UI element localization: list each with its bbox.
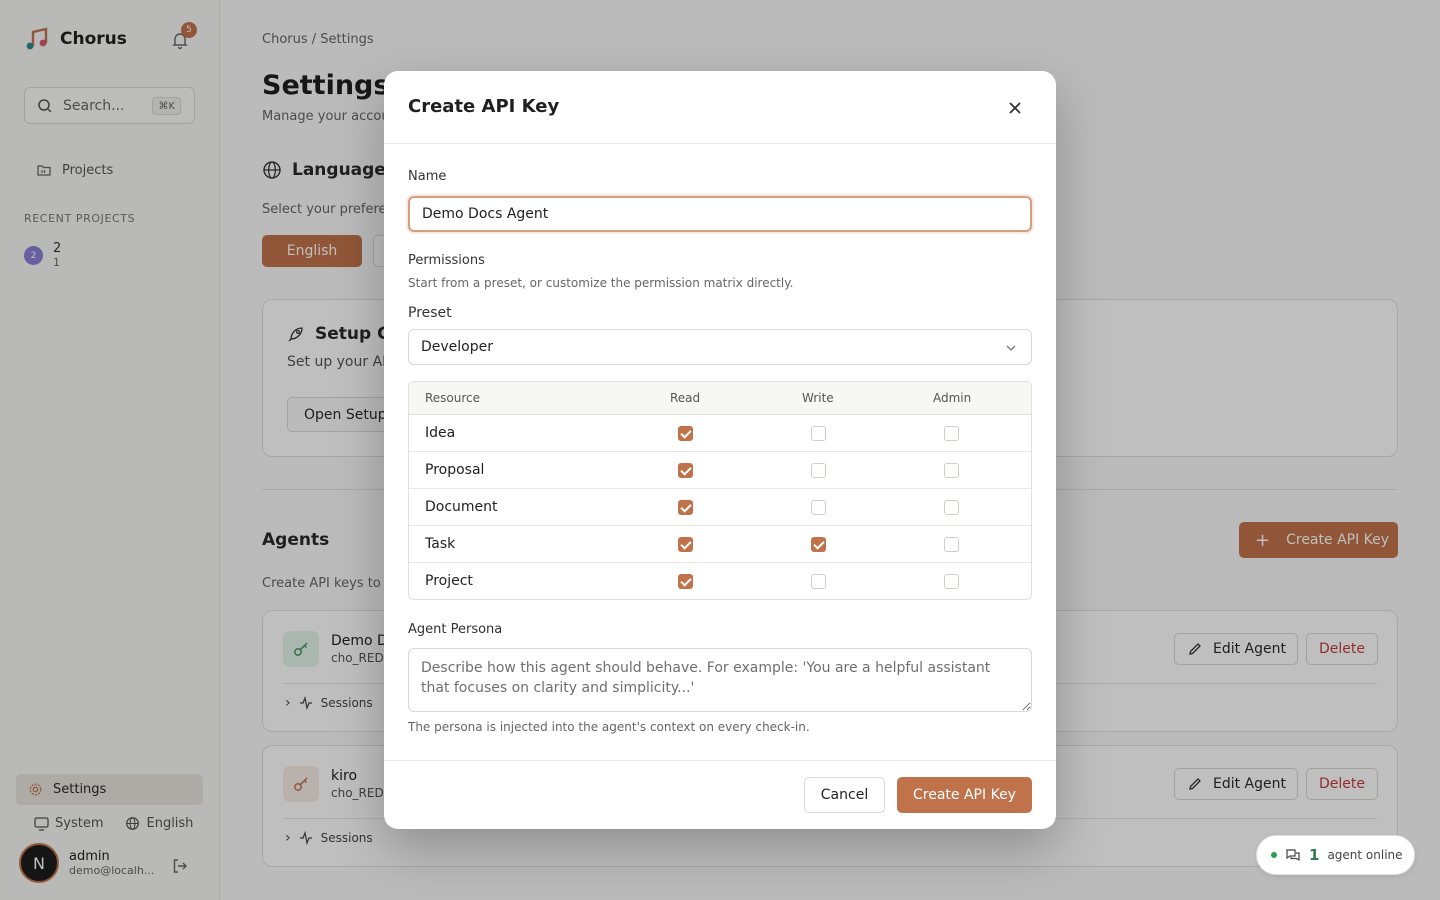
column-header: Admin: [933, 391, 972, 405]
persona-textarea[interactable]: [408, 648, 1032, 712]
preset-label: Preset: [408, 305, 452, 321]
permissions-subtitle: Start from a preset, or customize the pe…: [408, 276, 794, 290]
admin-checkbox[interactable]: [944, 574, 959, 589]
column-header: Read: [670, 391, 701, 405]
column-header: Resource: [425, 391, 481, 405]
persona-label: Agent Persona: [408, 622, 503, 637]
resource-name: Project: [425, 573, 473, 589]
chat-icon: [1286, 849, 1300, 862]
permission-matrix: Resource Read Write Admin Idea Proposal Do…: [408, 381, 1032, 600]
name-label: Name: [408, 169, 447, 184]
write-checkbox[interactable]: [811, 537, 826, 552]
resource-name: Document: [425, 499, 498, 515]
admin-checkbox[interactable]: [944, 500, 959, 515]
resource-name: Idea: [425, 425, 456, 441]
table-row: Document: [409, 489, 1031, 526]
online-count: 1: [1309, 846, 1320, 864]
column-header: Write: [802, 391, 834, 405]
table-row: Task: [409, 526, 1031, 563]
write-checkbox[interactable]: [811, 500, 826, 515]
create-api-key-dialog: Create API Key Name Permissions Start fr…: [384, 71, 1056, 829]
create-api-key-submit-button[interactable]: Create API Key: [897, 777, 1032, 813]
read-checkbox[interactable]: [678, 426, 693, 441]
read-checkbox[interactable]: [678, 537, 693, 552]
write-checkbox[interactable]: [811, 463, 826, 478]
permissions-label: Permissions: [408, 253, 485, 268]
table-row: Idea: [409, 415, 1031, 452]
read-checkbox[interactable]: [678, 574, 693, 589]
admin-checkbox[interactable]: [944, 537, 959, 552]
resource-name: Task: [425, 536, 456, 552]
online-label: agent online: [1327, 848, 1403, 862]
divider: [384, 143, 1056, 144]
divider: [384, 760, 1056, 761]
read-checkbox[interactable]: [678, 463, 693, 478]
write-checkbox[interactable]: [811, 426, 826, 441]
status-dot: [1271, 852, 1277, 858]
chevron-down-icon: [1006, 345, 1016, 351]
table-header: Resource Read Write Admin: [409, 382, 1031, 415]
close-button[interactable]: [1004, 97, 1026, 119]
preset-select[interactable]: Developer: [408, 329, 1032, 365]
table-row: Project: [409, 563, 1031, 599]
persona-help: The persona is injected into the agent's…: [408, 720, 810, 734]
admin-checkbox[interactable]: [944, 463, 959, 478]
table-row: Proposal: [409, 452, 1031, 489]
agents-online-indicator[interactable]: 1 agent online: [1256, 835, 1415, 875]
read-checkbox[interactable]: [678, 500, 693, 515]
admin-checkbox[interactable]: [944, 426, 959, 441]
cancel-button[interactable]: Cancel: [804, 777, 885, 813]
resource-name: Proposal: [425, 462, 485, 478]
close-icon: [1009, 102, 1021, 114]
dialog-title: Create API Key: [408, 96, 560, 117]
preset-value: Developer: [421, 339, 494, 355]
write-checkbox[interactable]: [811, 574, 826, 589]
name-input[interactable]: [408, 196, 1032, 232]
